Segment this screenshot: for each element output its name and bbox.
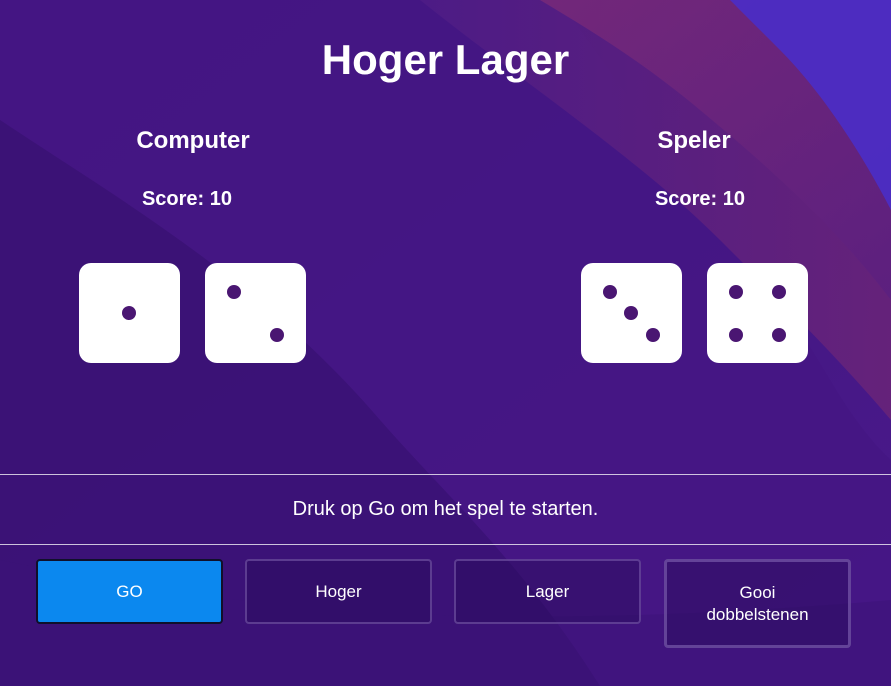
computer-score-value: 10 bbox=[209, 188, 233, 210]
die-pip bbox=[122, 306, 136, 320]
die-pip bbox=[772, 328, 786, 342]
computer-die-1 bbox=[79, 263, 180, 363]
player-name: Speler bbox=[657, 127, 731, 154]
lower-button[interactable]: Lager bbox=[454, 559, 641, 624]
computer-name: Computer bbox=[136, 127, 250, 154]
die-pip bbox=[729, 328, 743, 342]
status-divider-bottom bbox=[0, 544, 891, 545]
player-score-value: 10 bbox=[722, 188, 746, 210]
game-title: Hoger Lager bbox=[321, 36, 570, 83]
status-divider-top bbox=[0, 474, 891, 475]
die-pip bbox=[646, 328, 660, 342]
die-pip bbox=[729, 285, 743, 299]
computer-score: Score: 10 bbox=[67, 188, 307, 211]
player-score: Score: 10 bbox=[580, 188, 820, 211]
die-pip bbox=[603, 285, 617, 299]
die-pip bbox=[772, 285, 786, 299]
player-die-2 bbox=[707, 263, 808, 363]
die-pip bbox=[227, 285, 241, 299]
player-score-label: Score: bbox=[654, 188, 718, 210]
die-pip bbox=[624, 306, 638, 320]
higher-button[interactable]: Hoger bbox=[245, 559, 432, 624]
computer-score-label: Score: bbox=[141, 188, 205, 210]
die-pip bbox=[270, 328, 284, 342]
computer-die-2 bbox=[205, 263, 306, 363]
go-button[interactable]: GO bbox=[36, 559, 223, 624]
player-die-1 bbox=[581, 263, 682, 363]
status-message: Druk op Go om het spel te starten. bbox=[292, 498, 599, 520]
roll-dice-button[interactable]: Gooi dobbelstenen bbox=[664, 559, 851, 648]
